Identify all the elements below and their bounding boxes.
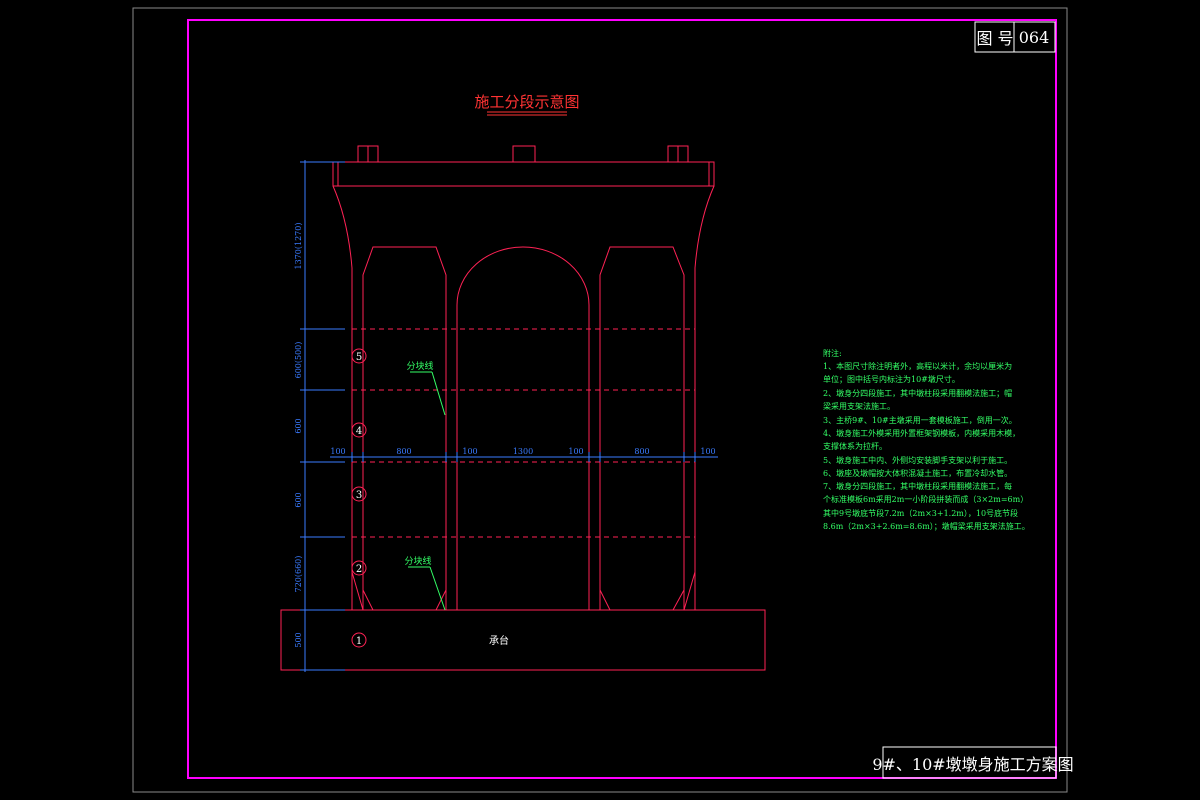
note-line: 支撑体系为拉杆。	[823, 441, 887, 451]
left-hollow	[362, 246, 447, 610]
segment-number: 3	[356, 490, 362, 501]
sheet-title-box: 9#、10#墩墩身施工方案图	[872, 746, 1074, 779]
note-line: 8.6m（2m×3+2.6m=8.6m）；墩帽梁采用支架法施工。	[823, 521, 1030, 531]
segment-marker-5: 5	[351, 348, 367, 364]
hdim-label: 800	[634, 447, 649, 456]
segment-marker-2: 2	[351, 560, 367, 576]
note-line: 6、墩座及墩帽按大体积混凝土施工，布置冷却水管。	[823, 468, 1012, 478]
vdim-label: 720(660)	[294, 556, 303, 593]
hdim-label: 1300	[513, 447, 533, 456]
vertical-dimension-chain	[300, 160, 345, 672]
vdim-label: 600(500)	[294, 342, 303, 379]
hdim-label: 800	[396, 447, 411, 456]
hdim-label: 100	[330, 447, 345, 456]
pier-outer-right	[694, 185, 715, 610]
pile-cap-label: 承台	[489, 634, 509, 647]
note-line: 其中9号墩底节段7.2m（2m×3+1.2m），10号底节段	[823, 508, 1018, 518]
pier-outer-left	[332, 185, 353, 610]
note-line: 2、墩身分四段施工，其中墩柱段采用翻模法施工；帽	[823, 388, 1012, 398]
vertical-dimension-labels: 1370(1270) 600(500) 600 600 720(660) 500	[294, 223, 303, 648]
note-line: 7、墩身分四段施工，其中墩柱段采用翻模法施工，每	[823, 481, 1012, 491]
cad-drawing: 图 号 064 9#、10#墩墩身施工方案图 施工分段示意图 1370(1270…	[132, 7, 1074, 793]
right-hollow	[599, 246, 685, 610]
vdim-label: 500	[294, 632, 303, 647]
hdim-label: 100	[462, 447, 477, 456]
split-line-label: 分块线	[406, 360, 433, 372]
note-line: 个标准模板6m采用2m一小阶段拼装而成（3×2m=6m）	[823, 494, 1028, 504]
drawing-number-label: 图 号	[976, 29, 1013, 48]
sheet-title: 9#、10#墩墩身施工方案图	[872, 755, 1073, 774]
note-line: 1、本图尺寸除注明者外，高程以米计，余均以厘米为	[823, 361, 1012, 371]
diagram-title: 施工分段示意图	[474, 93, 579, 111]
segment-marker-3: 3	[351, 486, 367, 502]
segment-markers: 1 2 3 4 5	[351, 348, 367, 648]
segment-number: 4	[356, 426, 362, 437]
note-line: 3、主桥9#、10#主墩采用一套模板施工，倒用一次。	[823, 415, 1017, 425]
segment-marker-4: 4	[351, 422, 367, 438]
split-line-callout-upper: 分块线	[406, 360, 446, 416]
cap-beam	[332, 161, 715, 187]
diagram-title-group: 施工分段示意图	[474, 93, 580, 116]
vdim-label: 600	[294, 418, 303, 433]
note-line: 4、墩身施工外模采用外置框架钢模板，内模采用木模，	[823, 428, 1020, 438]
segment-number: 2	[356, 564, 362, 575]
inner-frame	[187, 19, 1057, 779]
pile-cap	[280, 609, 766, 671]
split-line-label: 分块线	[404, 555, 431, 567]
hdim-label: 100	[568, 447, 583, 456]
segment-split-lines	[352, 328, 695, 538]
drawing-number-box: 图 号 064	[974, 21, 1056, 53]
hdim-label: 100	[700, 447, 715, 456]
notes-heading: 附注:	[823, 348, 842, 358]
note-line: 单位；图中括号内标注为10#墩尺寸。	[823, 374, 960, 384]
note-line: 5、墩身施工中内、外侧均安装脚手支架以利于施工。	[823, 455, 1012, 465]
segment-number: 5	[356, 352, 362, 363]
notes-block: 附注: 1、本图尺寸除注明者外，高程以米计，余均以厘米为 单位；图中括号内标注为…	[823, 348, 1030, 531]
drawing-number-value: 064	[1019, 28, 1050, 47]
horizontal-dimension-labels: 100 800 100 1300 100 800 100	[330, 447, 715, 456]
note-line: 梁采用支架法施工。	[823, 401, 895, 411]
segment-marker-1: 1	[351, 632, 367, 648]
vdim-label: 600	[294, 492, 303, 507]
segment-number: 1	[356, 636, 362, 647]
vdim-label: 1370(1270)	[294, 223, 303, 270]
split-line-callout-lower: 分块线	[404, 555, 446, 611]
central-arch	[456, 246, 590, 610]
pier-structure	[280, 145, 766, 671]
bearing-block-middle	[512, 145, 536, 163]
